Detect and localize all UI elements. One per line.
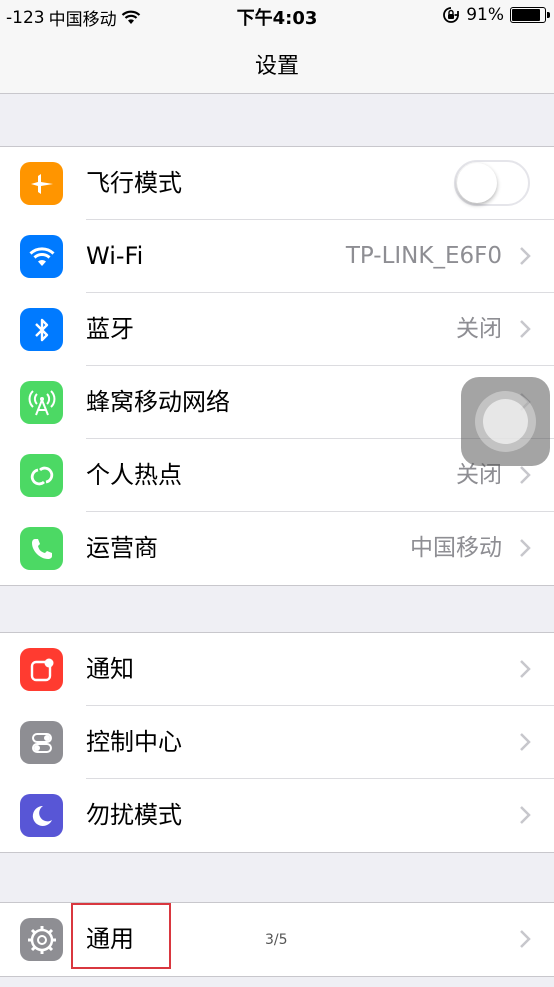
settings-row-label: 运营商	[86, 534, 158, 562]
carrier-value: 中国移动	[410, 535, 502, 561]
assistive-touch-inner-ring	[483, 399, 528, 444]
chevron-right-icon	[520, 466, 531, 484]
cellular-antenna-icon	[20, 381, 63, 424]
airplane-icon	[20, 162, 63, 205]
bluetooth-icon	[20, 308, 63, 351]
gear-icon	[20, 918, 63, 961]
moon-icon	[20, 794, 63, 837]
orientation-lock-icon	[443, 7, 460, 23]
settings-row-do-not-disturb[interactable]: 勿扰模式	[0, 779, 554, 852]
battery-icon	[510, 7, 550, 23]
hotspot-icon	[20, 454, 63, 497]
chevron-right-icon	[520, 660, 531, 678]
status-right: 91%	[442, 5, 550, 25]
bluetooth-status: 关闭	[456, 316, 502, 342]
settings-row-label: 个人热点	[86, 461, 182, 489]
settings-row-label: 飞行模式	[86, 169, 182, 197]
navigation-bar: 设置	[0, 32, 554, 94]
settings-row-carrier[interactable]: 运营商 中国移动	[0, 512, 554, 585]
control-center-icon	[20, 721, 63, 764]
battery-percent: 91%	[466, 5, 504, 25]
settings-row-label: 通知	[86, 655, 134, 683]
page-indicator: 3/5	[265, 932, 288, 948]
settings-row-label: 控制中心	[86, 728, 182, 756]
settings-row-label: Wi-Fi	[86, 242, 144, 270]
phone-icon	[20, 527, 63, 570]
chevron-right-icon	[520, 806, 531, 824]
settings-row-label: 蜂窝移动网络	[86, 388, 230, 416]
airplane-mode-toggle[interactable]	[454, 160, 530, 206]
settings-row-bluetooth[interactable]: 蓝牙 关闭	[0, 293, 554, 366]
chevron-right-icon	[520, 930, 531, 948]
highlight-annotation-box	[71, 903, 171, 969]
settings-row-label: 勿扰模式	[86, 801, 182, 829]
settings-row-wifi[interactable]: Wi-Fi TP-LINK_E6F0	[0, 220, 554, 293]
status-bar: -123 中国移动 下午4:03 91%	[0, 0, 554, 32]
wifi-network-name: TP-LINK_E6F0	[345, 243, 502, 269]
notifications-icon	[20, 648, 63, 691]
settings-row-control-center[interactable]: 控制中心	[0, 706, 554, 779]
chevron-right-icon	[520, 320, 531, 338]
settings-row-notifications[interactable]: 通知	[0, 633, 554, 706]
assistive-touch-button[interactable]	[461, 377, 550, 466]
chevron-right-icon	[520, 539, 531, 557]
toggle-knob	[457, 163, 497, 203]
settings-group-connectivity: 飞行模式 Wi-Fi TP-LINK_E6F0 蓝牙 关闭 蜂窝移动网络 个人热…	[0, 146, 554, 586]
chevron-right-icon	[520, 247, 531, 265]
settings-row-label: 蓝牙	[86, 315, 134, 343]
chevron-right-icon	[520, 733, 531, 751]
wifi-icon	[20, 235, 63, 278]
page-title: 设置	[254, 54, 299, 79]
battery-fill	[512, 9, 541, 21]
settings-group-system: 通知 控制中心 勿扰模式	[0, 632, 554, 853]
settings-row-airplane-mode[interactable]: 飞行模式	[0, 147, 554, 220]
